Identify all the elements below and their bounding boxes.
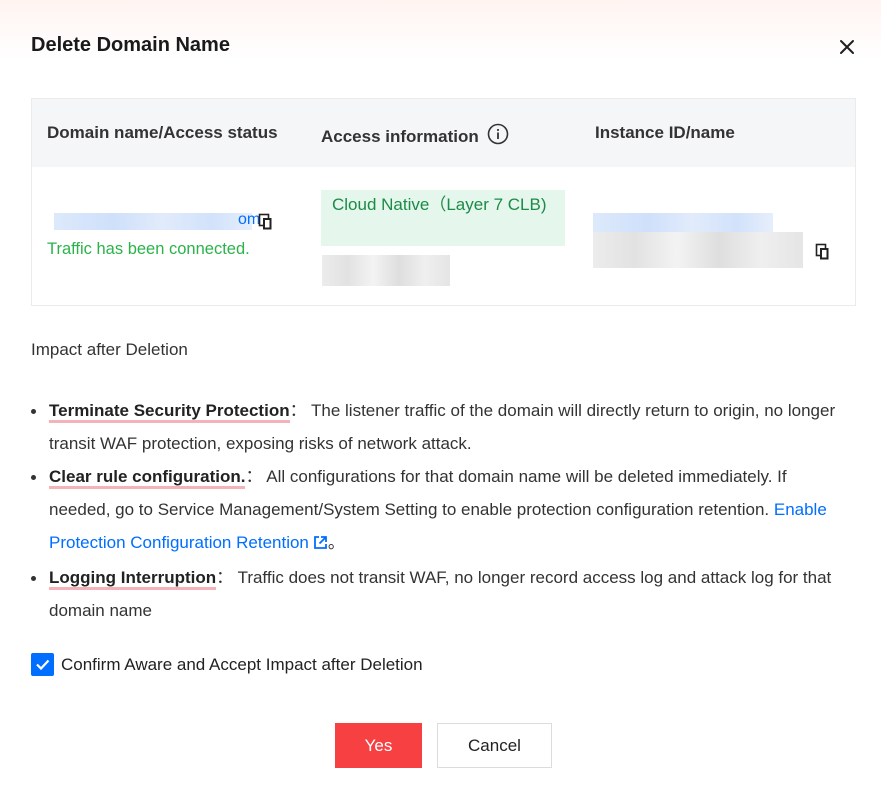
access-status: Traffic has been connected. xyxy=(47,240,250,258)
domain-name-redacted xyxy=(54,213,252,230)
list-item: Logging Interruption： Traffic does not t… xyxy=(31,561,841,627)
list-item: Terminate Security Protection： The liste… xyxy=(31,394,841,460)
access-detail-redacted xyxy=(322,255,450,286)
delete-domain-dialog: Delete Domain Name Domain name/Access st… xyxy=(0,0,881,793)
cancel-button[interactable]: Cancel xyxy=(437,723,552,768)
yes-button[interactable]: Yes xyxy=(335,723,422,768)
copy-icon[interactable] xyxy=(258,213,274,236)
list-item: Clear rule configuration.： All configura… xyxy=(31,460,841,561)
close-icon[interactable] xyxy=(832,32,862,62)
instance-name-redacted xyxy=(593,232,803,268)
checkmark-icon xyxy=(36,659,50,671)
close-button[interactable] xyxy=(832,32,862,62)
dialog-title: Delete Domain Name xyxy=(31,34,230,56)
header-domain: Domain name/Access status xyxy=(47,123,278,142)
table-header: Domain name/Access status Access informa… xyxy=(32,99,855,167)
impact-list: Terminate Security Protection： The liste… xyxy=(31,394,841,627)
confirm-checkbox-row[interactable]: Confirm Aware and Accept Impact after De… xyxy=(31,653,423,676)
copy-icon[interactable] xyxy=(815,243,831,266)
access-type-tag: Cloud Native（Layer 7 CLB) xyxy=(321,190,565,246)
external-link-icon[interactable] xyxy=(313,528,328,561)
impact-term: Logging Interruption xyxy=(49,568,217,590)
confirm-label[interactable]: Confirm Aware and Accept Impact after De… xyxy=(61,655,423,675)
header-access: Access information xyxy=(321,123,509,150)
confirm-checkbox[interactable] xyxy=(31,653,54,676)
impact-term: Terminate Security Protection xyxy=(49,401,290,423)
impact-title: Impact after Deletion xyxy=(31,340,188,359)
domain-table: Domain name/Access status Access informa… xyxy=(31,98,856,306)
info-icon[interactable] xyxy=(487,123,509,150)
instance-id-redacted xyxy=(593,213,773,232)
impact-term: Clear rule configuration. xyxy=(49,467,246,489)
header-instance: Instance ID/name xyxy=(595,123,735,142)
domain-suffix: om xyxy=(238,211,261,228)
